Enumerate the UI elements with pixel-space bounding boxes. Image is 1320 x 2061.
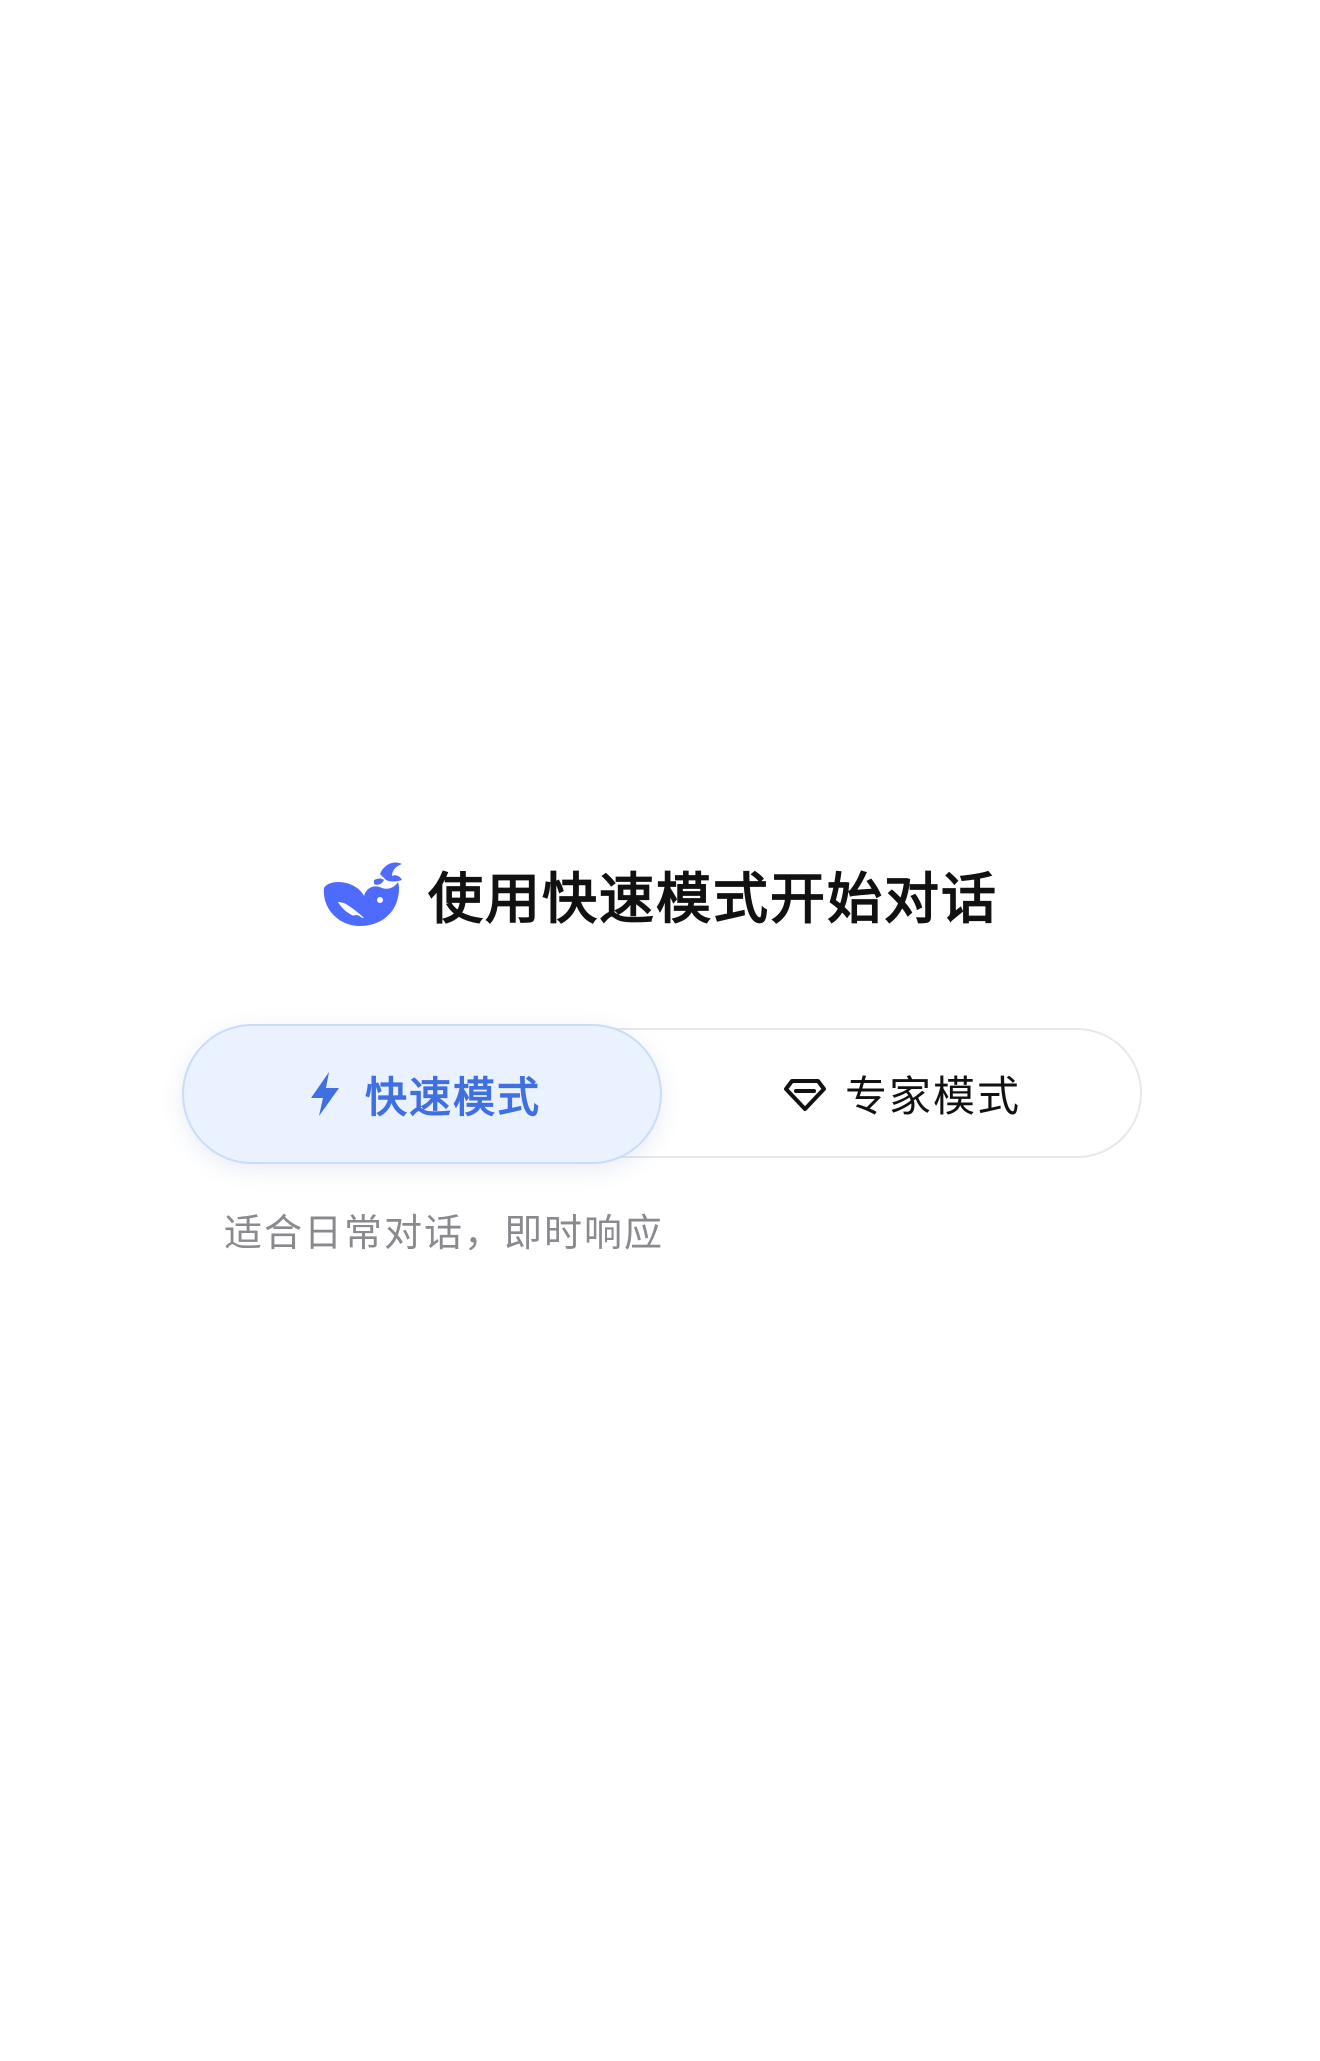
expert-mode-button[interactable]: 专家模式 (662, 1028, 1142, 1158)
mode-toggle: 快速模式 专家模式 (182, 1024, 1142, 1164)
mode-description: 适合日常对话，即时响应 (224, 1211, 665, 1255)
page-header: 使用快速模式开始对话 (320, 852, 998, 936)
mode-selection-screen: 使用快速模式开始对话 快速模式 专家模式 适合日常对话，即时响应 (0, 0, 1320, 2061)
expert-mode-label: 专家模式 (844, 1071, 1021, 1121)
fast-mode-button[interactable]: 快速模式 (182, 1024, 662, 1164)
page-title: 使用快速模式开始对话 (428, 867, 999, 931)
diamond-icon (783, 1079, 826, 1111)
lightning-bolt-icon (310, 1072, 339, 1116)
fast-mode-label: 快速模式 (364, 1072, 541, 1122)
deepseek-whale-icon (323, 862, 402, 926)
